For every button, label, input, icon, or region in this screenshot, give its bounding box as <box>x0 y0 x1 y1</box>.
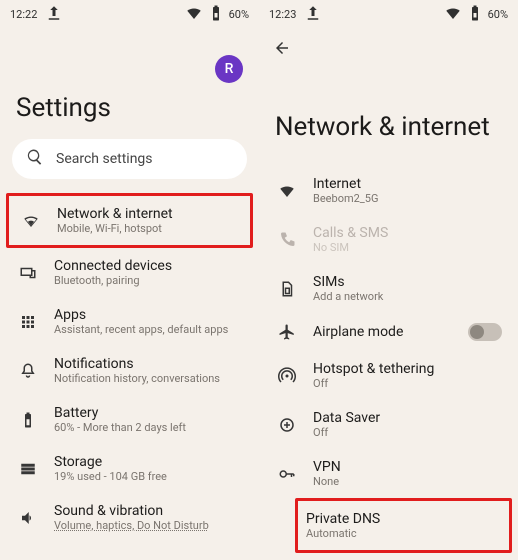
item-sub: Volume, haptics, Do Not Disturb <box>54 519 243 532</box>
wifi-icon <box>19 212 43 230</box>
status-time: 12:22 <box>10 8 37 21</box>
datasaver-icon <box>275 416 299 434</box>
profile-avatar[interactable]: R <box>215 55 243 83</box>
wifi-icon <box>185 4 203 25</box>
sound-icon <box>16 509 40 527</box>
battery-pct: 60% <box>229 8 249 21</box>
item-label: Private DNS <box>306 511 499 527</box>
item-sub: Bluetooth, pairing <box>54 274 243 287</box>
item-sub: Add a network <box>313 290 502 303</box>
item-label: Airplane mode <box>313 324 454 340</box>
settings-item-network[interactable]: Network & internet Mobile, Wi-Fi, hotspo… <box>6 193 253 248</box>
item-label: Battery <box>54 405 243 421</box>
item-sub: Off <box>313 426 502 439</box>
item-label: Apps <box>54 307 243 323</box>
network-item-sims[interactable]: SIMs Add a network <box>265 264 512 313</box>
status-time: 12:23 <box>269 8 296 21</box>
phone-icon <box>275 231 299 249</box>
status-bar: 12:22 60% <box>0 0 259 29</box>
upload-icon <box>304 4 322 25</box>
network-screen: 12:23 60% Network & internet Internet <box>259 0 518 560</box>
settings-screen: 12:22 60% R Settings Search settings <box>0 0 259 560</box>
status-bar: 12:23 60% <box>259 0 518 29</box>
sim-icon <box>275 280 299 298</box>
settings-item-connected[interactable]: Connected devices Bluetooth, pairing <box>6 248 253 297</box>
back-button[interactable] <box>259 29 518 72</box>
upload-icon <box>45 4 63 25</box>
item-label: Storage <box>54 454 243 470</box>
item-sub: 60% - More than 2 days left <box>54 421 243 434</box>
search-settings-input[interactable]: Search settings <box>12 139 247 179</box>
item-sub: Assistant, recent apps, default apps <box>54 323 243 336</box>
battery-icon <box>207 4 225 25</box>
page-title: Settings <box>0 83 259 139</box>
settings-item-notifications[interactable]: Notifications Notification history, conv… <box>6 346 253 395</box>
item-label: Connected devices <box>54 258 243 274</box>
network-item-hotspot[interactable]: Hotspot & tethering Off <box>265 351 512 400</box>
wifi-icon <box>275 182 299 200</box>
hotspot-icon <box>275 367 299 385</box>
item-sub: Automatic <box>306 527 499 540</box>
network-item-private-dns[interactable]: Private DNS Automatic <box>295 498 512 553</box>
settings-item-sound[interactable]: Sound & vibration Volume, haptics, Do No… <box>6 493 253 542</box>
apps-icon <box>16 313 40 331</box>
network-item-adaptive[interactable]: Adaptive connectivity <box>295 553 512 560</box>
airplane-toggle[interactable] <box>468 323 502 341</box>
item-label: Hotspot & tethering <box>313 361 502 377</box>
search-icon <box>26 148 44 170</box>
storage-icon <box>16 460 40 478</box>
settings-item-battery[interactable]: Battery 60% - More than 2 days left <box>6 395 253 444</box>
item-label: Notifications <box>54 356 243 372</box>
devices-icon <box>16 264 40 282</box>
network-item-vpn[interactable]: VPN None <box>265 449 512 498</box>
battery-pct: 60% <box>488 8 508 21</box>
item-sub: Beebom2_5G <box>313 192 502 205</box>
item-label: Sound & vibration <box>54 503 243 519</box>
item-label: Network & internet <box>57 206 240 222</box>
vpn-key-icon <box>275 465 299 483</box>
network-item-calls[interactable]: Calls & SMS No SIM <box>265 215 512 264</box>
network-item-airplane[interactable]: Airplane mode <box>265 313 512 351</box>
item-sub: Off <box>313 377 502 390</box>
item-sub: 19% used - 104 GB free <box>54 470 243 483</box>
battery-icon <box>466 4 484 25</box>
item-sub: Notification history, conversations <box>54 372 243 385</box>
item-label: Data Saver <box>313 410 502 426</box>
settings-item-storage[interactable]: Storage 19% used - 104 GB free <box>6 444 253 493</box>
airplane-icon <box>275 323 299 341</box>
wifi-icon <box>444 4 462 25</box>
item-sub: Mobile, Wi-Fi, hotspot <box>57 222 240 235</box>
page-title: Network & internet <box>259 72 518 166</box>
network-item-internet[interactable]: Internet Beebom2_5G <box>265 166 512 215</box>
item-label: SIMs <box>313 274 502 290</box>
settings-item-apps[interactable]: Apps Assistant, recent apps, default app… <box>6 297 253 346</box>
item-label: Calls & SMS <box>313 225 502 241</box>
item-label: Internet <box>313 176 502 192</box>
item-label: VPN <box>313 459 502 475</box>
battery-icon <box>16 411 40 429</box>
search-placeholder: Search settings <box>56 151 153 167</box>
network-item-datasaver[interactable]: Data Saver Off <box>265 400 512 449</box>
item-sub: None <box>313 475 502 488</box>
bell-icon <box>16 362 40 380</box>
item-sub: No SIM <box>313 241 502 254</box>
